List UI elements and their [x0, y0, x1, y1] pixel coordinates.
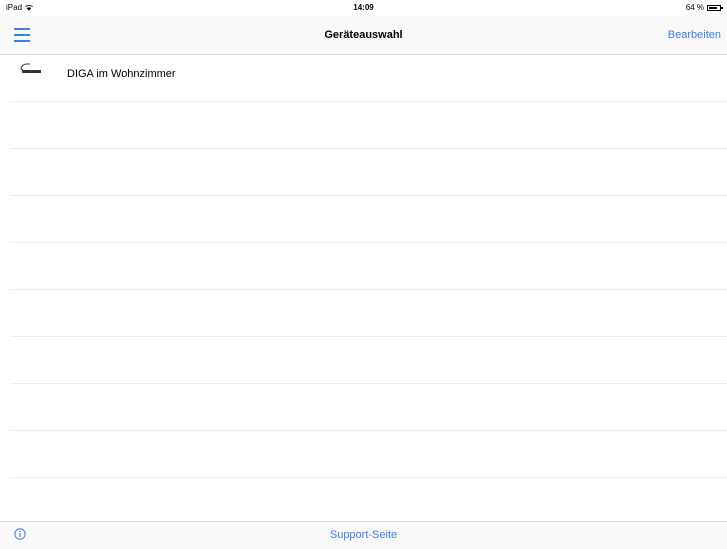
empty-row — [10, 337, 727, 384]
navigation-bar: Geräteauswahl Bearbeiten — [0, 16, 727, 55]
empty-row — [10, 196, 727, 243]
empty-row — [10, 384, 727, 431]
bottom-toolbar: Support-Seite — [0, 521, 727, 549]
empty-row — [10, 149, 727, 196]
device-label: DIGA im Wohnzimmer — [67, 68, 176, 80]
edit-button[interactable]: Bearbeiten — [668, 16, 721, 54]
recorder-device-icon — [20, 63, 41, 73]
support-link[interactable]: Support-Seite — [0, 522, 727, 549]
empty-row — [10, 431, 727, 478]
empty-row — [10, 290, 727, 337]
device-list: DIGA im Wohnzimmer — [0, 55, 727, 478]
status-time: 14:09 — [353, 3, 374, 12]
device-row-diga[interactable]: DIGA im Wohnzimmer — [10, 55, 727, 102]
empty-row — [10, 102, 727, 149]
device-selection-screen: iPad 14:09 64 % Geräteauswahl Bearbeiten — [0, 0, 727, 549]
status-right: 64 % — [685, 0, 723, 16]
battery-icon — [707, 5, 723, 11]
page-title: Geräteauswahl — [324, 29, 403, 41]
status-bar: iPad 14:09 64 % — [0, 0, 727, 16]
empty-row — [10, 243, 727, 290]
battery-percent: 64 % — [685, 3, 704, 12]
